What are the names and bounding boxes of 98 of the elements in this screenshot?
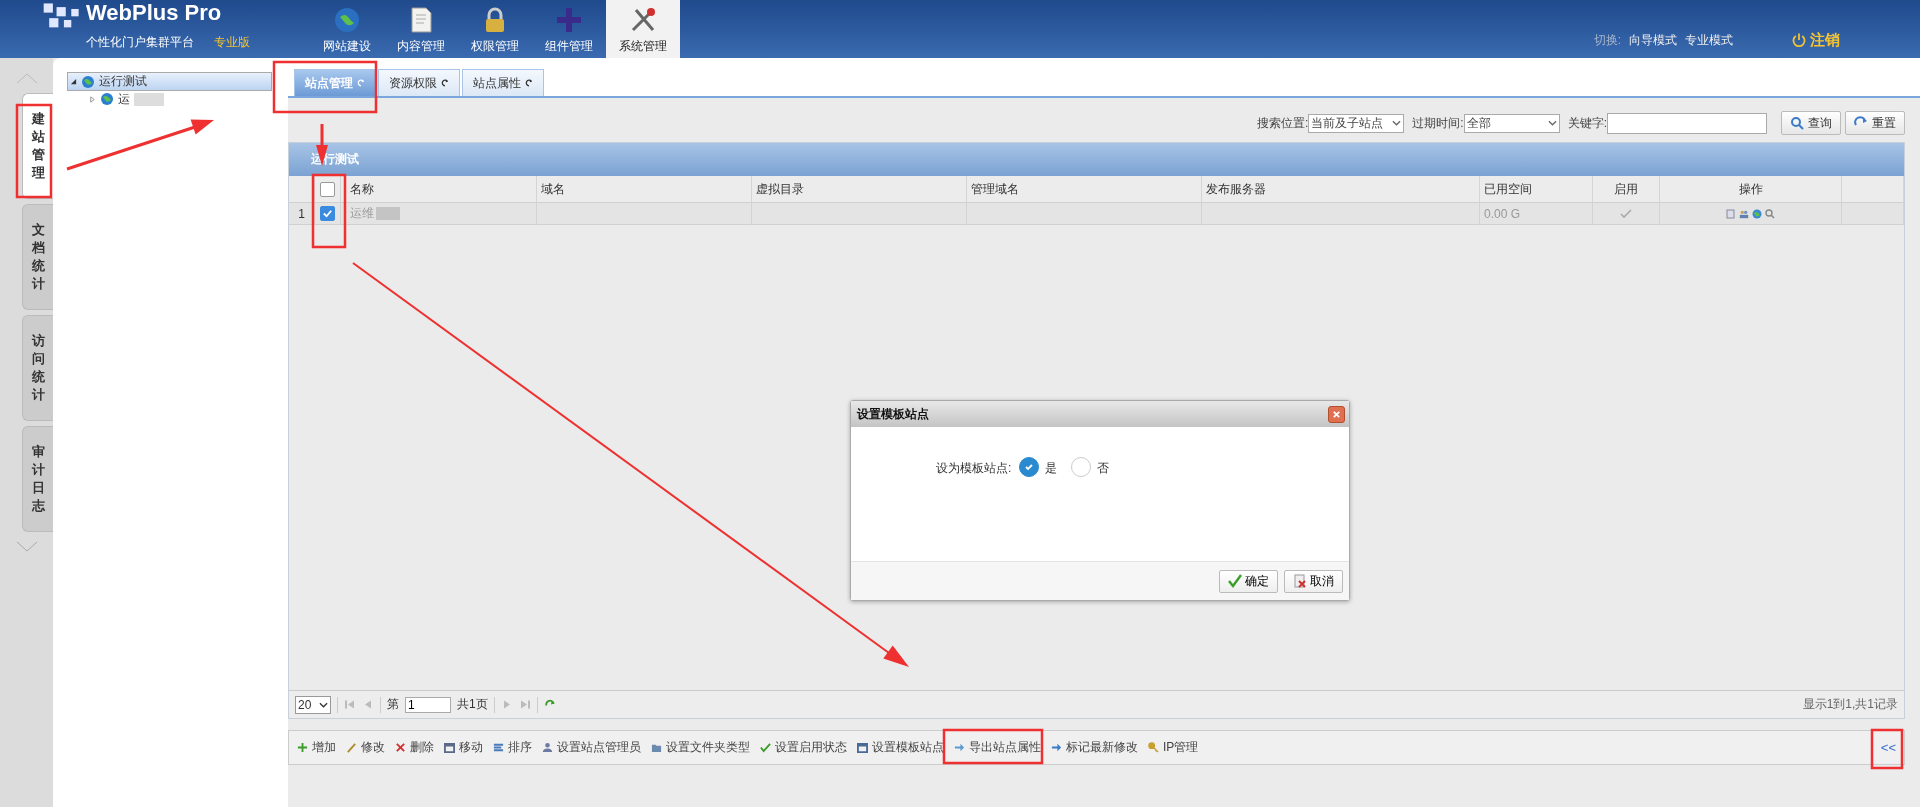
- radio-button[interactable]: [1019, 457, 1040, 477]
- tab[interactable]: 资源权限: [378, 69, 460, 96]
- first-page-icon[interactable]: [344, 699, 356, 710]
- reset-button[interactable]: 重置: [1845, 111, 1905, 135]
- key-icon: [1148, 742, 1159, 753]
- blurred-text: [376, 207, 400, 220]
- product-subtitle: 个性化门户集群平台: [86, 34, 194, 51]
- switch-label: 切换:: [1593, 31, 1621, 49]
- side-tab[interactable]: 文档统计: [22, 204, 53, 310]
- refresh-icon: [441, 79, 449, 87]
- search-icon[interactable]: [1765, 208, 1775, 219]
- keyword-label: 关键字:: [1567, 114, 1607, 132]
- mode-link[interactable]: 专业模式: [1685, 31, 1733, 49]
- toolbar-button[interactable]: 设置模板站点: [857, 739, 944, 756]
- refresh-icon: [525, 79, 533, 87]
- check-icon: [1228, 574, 1242, 588]
- page-field[interactable]: 1: [405, 696, 451, 713]
- side-tab[interactable]: 审计日志: [22, 426, 53, 532]
- nav-tab[interactable]: 权限管理: [458, 0, 532, 58]
- tree-item[interactable]: 运行测试: [67, 72, 272, 91]
- radio-label: 是: [1045, 460, 1058, 477]
- toolbar-button[interactable]: IP管理: [1148, 739, 1199, 756]
- row-checkbox[interactable]: [320, 206, 335, 221]
- power-icon: [1791, 32, 1807, 48]
- cancel-button[interactable]: 取消: [1284, 569, 1343, 593]
- toolbar-button[interactable]: 标记最新修改: [1051, 739, 1138, 756]
- expiry-select[interactable]: 全部: [1463, 113, 1560, 133]
- caret-icon: [319, 701, 328, 708]
- toolbar-button[interactable]: 设置站点管理员: [542, 739, 641, 756]
- toolbar-button[interactable]: 增加: [297, 739, 336, 756]
- check-icon: [1023, 461, 1036, 473]
- side-tab[interactable]: 建站管理: [22, 93, 53, 199]
- toolbar-button[interactable]: 设置文件夹类型: [651, 739, 750, 756]
- globe-icon: [81, 74, 95, 89]
- previous-page-icon[interactable]: [362, 699, 374, 710]
- user-icon: [542, 742, 553, 753]
- window-icon: [857, 742, 868, 753]
- nav-tab[interactable]: 内容管理: [384, 0, 458, 58]
- edition-label: 专业版: [214, 34, 250, 51]
- location-label: 搜索位置:: [1256, 114, 1309, 132]
- confirm-button[interactable]: 确定: [1219, 569, 1278, 593]
- search-button[interactable]: 查询: [1781, 111, 1841, 135]
- toolbar-button[interactable]: 移动: [444, 739, 483, 756]
- dialog-title: 设置模板站点: [857, 405, 929, 423]
- cross-icon: [395, 742, 406, 753]
- toolbar-button[interactable]: 修改: [346, 739, 385, 756]
- scroll-down-icon[interactable]: [14, 541, 39, 553]
- check-icon: [322, 208, 333, 219]
- nav-tab[interactable]: 组件管理: [532, 0, 606, 58]
- plus-icon: [297, 742, 308, 753]
- table-cell: 运维: [350, 205, 374, 222]
- toolbar-button[interactable]: 排序: [493, 739, 532, 756]
- logout-link[interactable]: 注销: [1791, 30, 1840, 50]
- refresh-icon: [357, 79, 365, 87]
- collapse-link[interactable]: <<: [1880, 740, 1896, 755]
- document-icon[interactable]: [1726, 208, 1736, 219]
- globe-icon[interactable]: [1752, 208, 1762, 219]
- last-page-icon[interactable]: [518, 699, 531, 710]
- pencil-icon: [346, 742, 357, 753]
- expiry-label: 过期时间:: [1412, 114, 1464, 132]
- caret-icon: [1392, 120, 1402, 126]
- list-icon: [493, 742, 504, 753]
- mode-link[interactable]: 向导模式: [1629, 31, 1677, 49]
- tree-item[interactable]: 运: [67, 91, 272, 107]
- page-size-select[interactable]: 20: [295, 695, 331, 714]
- select-all-checkbox[interactable]: [320, 181, 335, 197]
- toolbar-button[interactable]: 导出站点属性: [954, 739, 1041, 756]
- annotation-box: [1870, 728, 1904, 770]
- search-icon: [1790, 116, 1804, 130]
- blurred-text: [134, 92, 164, 106]
- product-name: WebPlus Pro: [86, 0, 223, 26]
- folder-icon: [651, 742, 662, 753]
- nav-tab[interactable]: 系统管理: [606, 0, 680, 58]
- users-icon[interactable]: [1739, 208, 1749, 219]
- arrow-icon: [954, 742, 965, 753]
- location-select[interactable]: 当前及子站点: [1308, 113, 1405, 133]
- toolbar-button[interactable]: 设置启用状态: [760, 739, 847, 756]
- cross-icon: [554, 5, 584, 35]
- arrow-icon: [1051, 742, 1062, 753]
- radio-label: 否: [1097, 460, 1110, 477]
- check-icon: [760, 742, 771, 753]
- expand-arrow-icon[interactable]: [70, 78, 77, 85]
- record-summary: 显示1到1,共1记录: [1802, 696, 1898, 713]
- page-total: 共1页: [457, 696, 488, 713]
- close-icon: [1332, 409, 1341, 419]
- close-button[interactable]: [1328, 405, 1345, 423]
- side-tab[interactable]: 访问统计: [22, 315, 53, 421]
- page-prefix: 第: [387, 696, 399, 713]
- globe-icon: [332, 5, 362, 35]
- tab[interactable]: 站点属性: [462, 69, 544, 96]
- toolbar-button[interactable]: 删除: [395, 739, 434, 756]
- document-cross-icon: [1293, 574, 1307, 588]
- nav-tab[interactable]: 网站建设: [310, 0, 384, 58]
- window-icon: [444, 742, 455, 753]
- field-label: 设为模板站点:: [936, 460, 1012, 477]
- keyword-field[interactable]: [1607, 112, 1767, 134]
- globe-icon: [100, 92, 114, 106]
- caret-icon: [1547, 120, 1557, 126]
